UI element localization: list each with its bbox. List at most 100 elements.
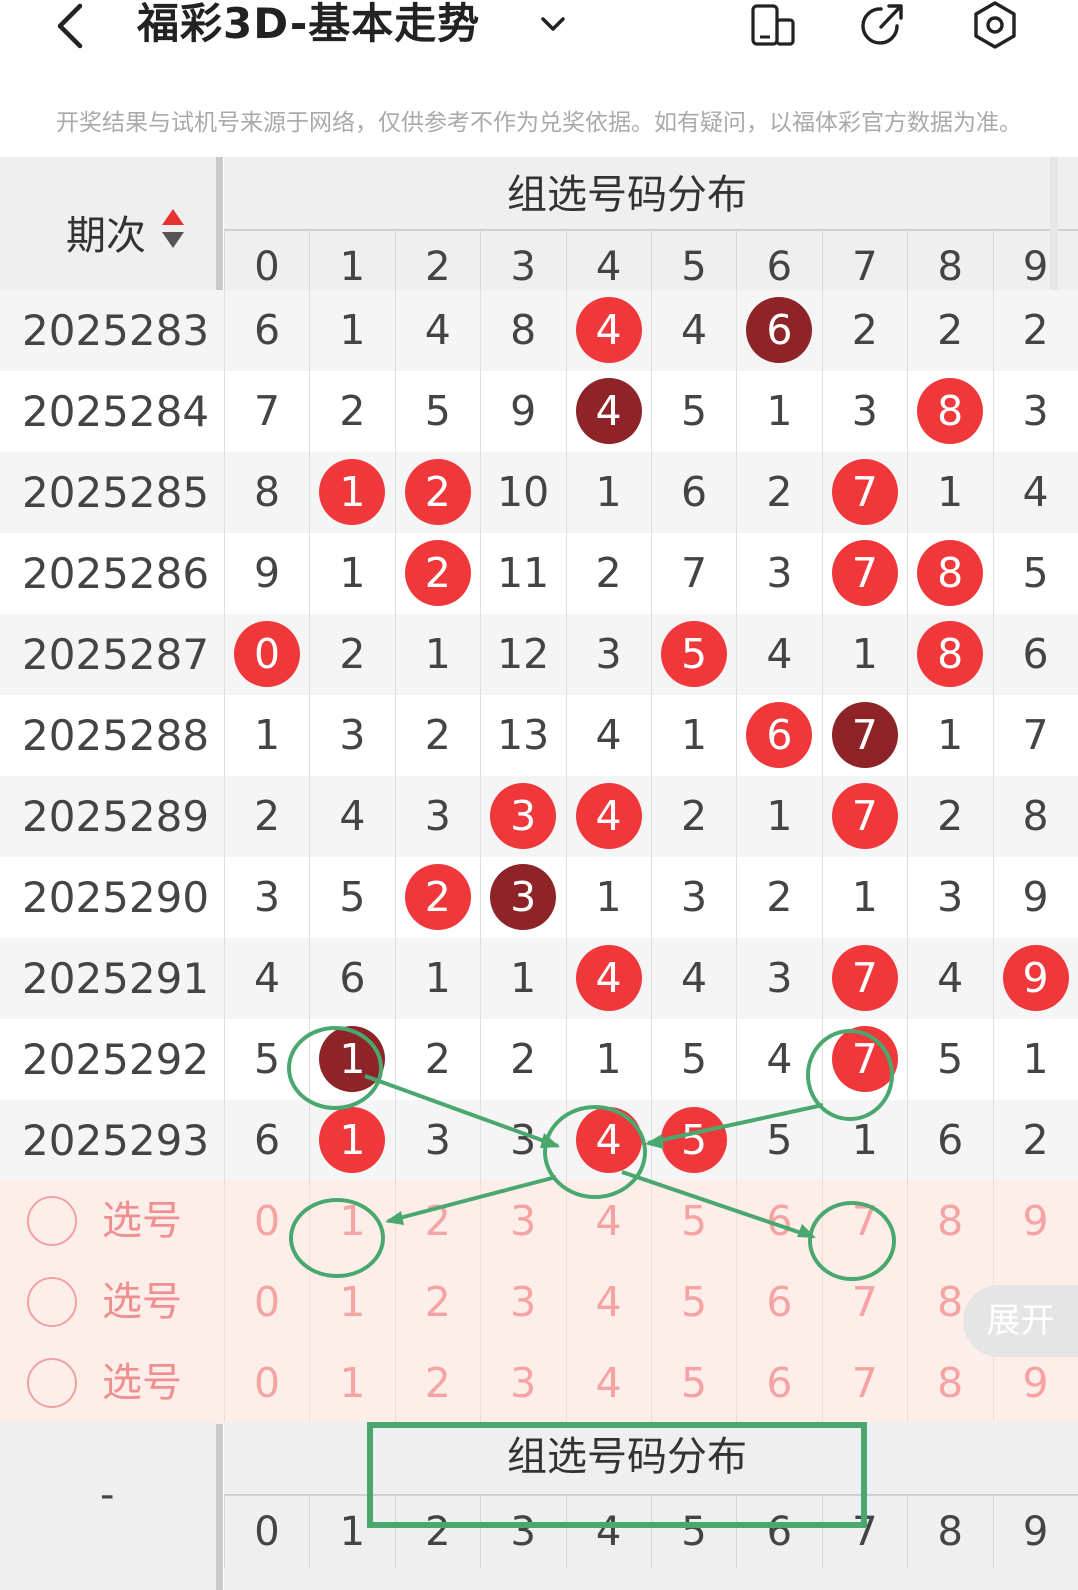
pick-digit-button[interactable]: 3 (480, 1343, 565, 1424)
hit-cell: 4 (565, 1100, 651, 1181)
group-header-title: 组选号码分布 (507, 172, 747, 218)
table-row: 2025290 3 5 2 3 1 3 2 1 3 9 (0, 857, 1078, 938)
number-ball: 8 (917, 378, 984, 444)
pick-digit-button[interactable]: 4 (565, 1262, 651, 1343)
pick-digit-button[interactable]: 1 (309, 1181, 394, 1262)
pick-digit-button[interactable]: 4 (565, 1343, 651, 1424)
page-title[interactable]: 福彩3D-基本走势 (137, 0, 480, 50)
pick-digit-button[interactable]: 0 (224, 1181, 309, 1262)
pick-digit-button[interactable]: 5 (651, 1262, 736, 1343)
miss-count-cell: 1 (821, 614, 907, 695)
pick-digit-button[interactable]: 2 (394, 1343, 480, 1424)
number-ball: 2 (404, 459, 471, 525)
miss-count-cell: 5 (394, 371, 480, 452)
pick-digit-button[interactable]: 9 (992, 1181, 1078, 1262)
chevron-left-icon[interactable] (50, 2, 90, 50)
miss-count-cell: 5 (992, 533, 1078, 614)
footer-digit-header: 7 (821, 1496, 907, 1568)
number-ball: 1 (319, 459, 386, 525)
hit-cell: 4 (565, 371, 651, 452)
miss-count-cell: 2 (394, 1019, 480, 1100)
miss-count-cell: 8 (224, 452, 309, 533)
radio-circle-icon[interactable] (27, 1277, 77, 1327)
number-ball: 8 (917, 621, 984, 687)
pick-digit-button[interactable]: 6 (736, 1181, 821, 1262)
pick-digit-button[interactable]: 5 (651, 1343, 736, 1424)
number-ball: 6 (746, 702, 813, 768)
pick-digit-button[interactable]: 8 (907, 1343, 992, 1424)
pick-row-selector[interactable]: 选号 (0, 1343, 216, 1424)
issue-number: 2025289 (22, 792, 210, 841)
miss-count-cell: 3 (736, 533, 821, 614)
radio-circle-icon[interactable] (27, 1358, 77, 1408)
expand-button[interactable]: 展开 (963, 1285, 1078, 1357)
hit-cell: 7 (821, 695, 907, 776)
pick-row-selector[interactable]: 选号 (0, 1181, 216, 1262)
pick-digit-button[interactable]: 4 (565, 1181, 651, 1262)
hit-cell: 6 (736, 695, 821, 776)
pick-label: 选号 (102, 1198, 182, 1244)
table-row: 2025292 5 1 2 2 1 5 4 7 5 1 (0, 1019, 1078, 1100)
issue-number: 2025287 (22, 630, 210, 679)
miss-count-cell: 1 (736, 371, 821, 452)
miss-count-cell: 2 (736, 452, 821, 533)
pick-digit-button[interactable]: 2 (394, 1262, 480, 1343)
miss-count-cell: 5 (651, 371, 736, 452)
sort-desc-icon (162, 232, 184, 248)
number-ball: 1 (319, 1026, 386, 1092)
number-ball: 4 (575, 378, 642, 444)
pick-digit-button[interactable]: 7 (821, 1262, 907, 1343)
miss-count-cell: 2 (736, 857, 821, 938)
number-ball: 7 (831, 702, 898, 768)
miss-count-cell: 5 (907, 1019, 992, 1100)
number-ball: 8 (917, 540, 984, 606)
chevron-down-icon[interactable] (538, 12, 568, 36)
table-row: 2025291 4 6 1 1 4 4 3 7 4 9 (0, 938, 1078, 1019)
hit-cell: 5 (651, 614, 736, 695)
pick-digit-button[interactable]: 6 (736, 1343, 821, 1424)
pick-digit-button[interactable]: 3 (480, 1181, 565, 1262)
number-ball: 4 (575, 297, 642, 363)
pick-digit-button[interactable]: 3 (480, 1262, 565, 1343)
pick-digit-button[interactable]: 1 (309, 1262, 394, 1343)
miss-count-cell: 4 (224, 938, 309, 1019)
pick-row-selector[interactable]: 选号 (0, 1262, 216, 1343)
miss-count-cell: 1 (394, 938, 480, 1019)
issue-number: 2025284 (22, 387, 210, 436)
pick-digit-button[interactable]: 2 (394, 1181, 480, 1262)
miss-count-cell: 4 (736, 1019, 821, 1100)
pick-digit-button[interactable]: 7 (821, 1181, 907, 1262)
number-pick-row: 选号0123456789 (0, 1343, 1078, 1424)
hit-cell: 3 (480, 776, 565, 857)
phone-layout-icon[interactable] (748, 0, 798, 50)
settings-icon[interactable] (970, 0, 1020, 50)
miss-count-cell: 7 (992, 695, 1078, 776)
hit-cell: 4 (565, 290, 651, 371)
pick-digit-button[interactable]: 5 (651, 1181, 736, 1262)
miss-count-cell: 2 (565, 533, 651, 614)
miss-count-cell: 4 (394, 290, 480, 371)
miss-count-cell: 8 (480, 290, 565, 371)
footer-digit-header: 1 (309, 1496, 394, 1568)
miss-count-cell: 4 (907, 938, 992, 1019)
hit-cell: 1 (309, 1100, 394, 1181)
pick-digit-button[interactable]: 6 (736, 1262, 821, 1343)
hit-cell: 1 (309, 452, 394, 533)
miss-count-cell: 12 (480, 614, 565, 695)
table-row: 2025283 6 1 4 8 4 4 6 2 2 2 (0, 290, 1078, 371)
pick-digit-button[interactable]: 8 (907, 1181, 992, 1262)
miss-count-cell: 4 (309, 776, 394, 857)
issue-number: 2025291 (22, 954, 210, 1003)
pick-digit-button[interactable]: 0 (224, 1262, 309, 1343)
radio-circle-icon[interactable] (27, 1196, 77, 1246)
miss-count-cell: 1 (736, 776, 821, 857)
pick-digit-button[interactable]: 7 (821, 1343, 907, 1424)
hit-cell: 2 (394, 533, 480, 614)
pick-digit-button[interactable]: 1 (309, 1343, 394, 1424)
number-ball: 1 (319, 1107, 386, 1173)
number-ball: 3 (490, 864, 557, 930)
share-icon[interactable] (857, 0, 907, 50)
pick-digit-button[interactable]: 0 (224, 1343, 309, 1424)
miss-count-cell: 4 (651, 938, 736, 1019)
issue-header[interactable]: 期次 (0, 157, 219, 307)
